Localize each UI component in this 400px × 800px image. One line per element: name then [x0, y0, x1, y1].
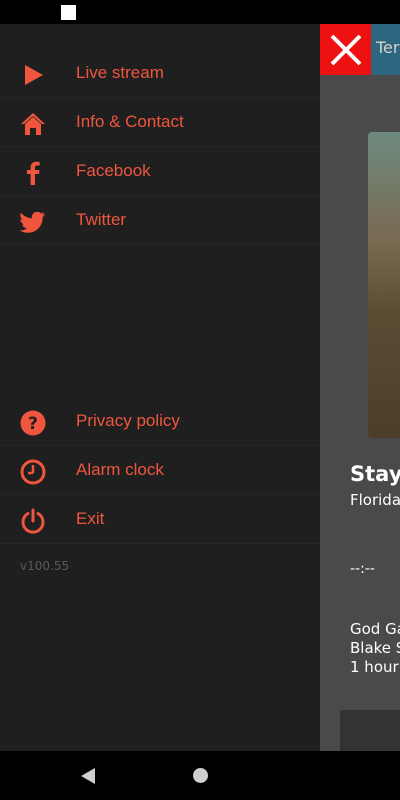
question-icon: ? — [20, 410, 46, 436]
navigation-drawer: Live stream Info & Contact Facebook Twit… — [0, 24, 320, 751]
menu-item-label: Privacy policy — [76, 411, 180, 430]
system-navigation-bar — [0, 751, 400, 800]
menu-item-label: Info & Contact — [76, 112, 184, 131]
play-icon — [20, 62, 46, 88]
clock-icon — [20, 459, 46, 485]
app-header-title: Ter — [376, 38, 400, 57]
menu-item-label: Live stream — [76, 63, 164, 82]
close-icon — [330, 34, 361, 65]
menu-item-privacy-policy[interactable]: ? Privacy policy — [0, 398, 320, 446]
bottom-panel — [340, 710, 400, 751]
time-readout: --:-- — [350, 561, 375, 577]
cover-image — [368, 132, 400, 438]
menu-item-label: Alarm clock — [76, 460, 164, 479]
menu-item-alarm-clock[interactable]: Alarm clock — [0, 447, 320, 495]
recent-track-time: 1 hour — [350, 658, 399, 676]
recent-track-artist: Blake S — [350, 639, 400, 657]
menu-item-info-contact[interactable]: Info & Contact — [0, 99, 320, 147]
menu-item-label: Exit — [76, 509, 105, 528]
menu-item-twitter[interactable]: Twitter — [0, 197, 320, 245]
main-content: Ter Stay Florida --:-- God Ga Blake S 1 … — [320, 24, 400, 751]
home-icon — [20, 111, 46, 137]
version-label: v100.55 — [20, 559, 70, 573]
back-icon[interactable] — [81, 768, 95, 784]
status-notification-icon — [61, 5, 76, 20]
close-drawer-button[interactable] — [320, 24, 371, 75]
menu-item-exit[interactable]: Exit — [0, 496, 320, 544]
recent-track-title: God Ga — [350, 620, 400, 638]
menu-item-live-stream[interactable]: Live stream — [0, 50, 320, 98]
svg-text:?: ? — [28, 414, 38, 434]
track-title: Stay — [350, 462, 400, 486]
facebook-icon — [20, 160, 46, 186]
app-header: Ter — [320, 24, 400, 75]
status-bar — [0, 0, 400, 24]
menu-item-label: Facebook — [76, 161, 151, 180]
menu-item-facebook[interactable]: Facebook — [0, 148, 320, 196]
power-icon — [20, 508, 46, 534]
twitter-icon — [20, 209, 46, 235]
track-subtitle: Florida — [350, 491, 400, 509]
home-button[interactable] — [193, 768, 208, 783]
menu-item-label: Twitter — [76, 210, 127, 229]
